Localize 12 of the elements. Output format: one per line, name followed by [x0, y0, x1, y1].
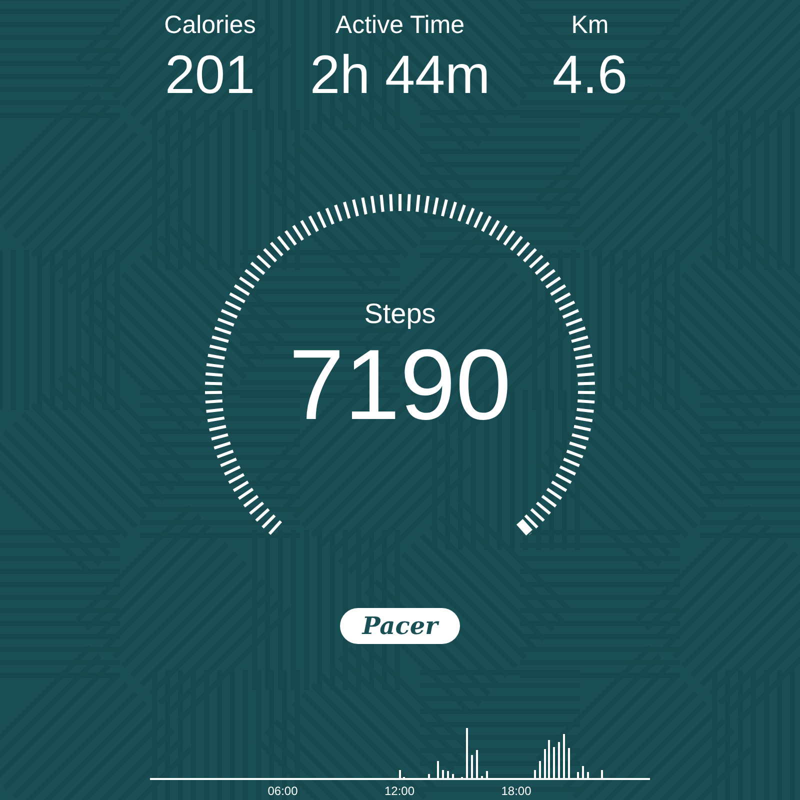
- stat-label: Calories: [164, 10, 256, 40]
- steps-count: 7190: [288, 330, 512, 440]
- stat-value: 2h 44m: [310, 44, 490, 106]
- stat-label: Km: [571, 10, 609, 40]
- stat-value: 201: [164, 44, 256, 106]
- stat-value: 4.6: [552, 44, 628, 106]
- steps-label: Steps: [364, 298, 436, 330]
- time-label: 06:00: [268, 784, 298, 798]
- time-label: 18:00: [501, 784, 532, 798]
- time-label: 12:00: [384, 784, 415, 798]
- stat-label: Active Time: [335, 10, 465, 40]
- brand-logo[interactable]: Pacer: [340, 608, 460, 644]
